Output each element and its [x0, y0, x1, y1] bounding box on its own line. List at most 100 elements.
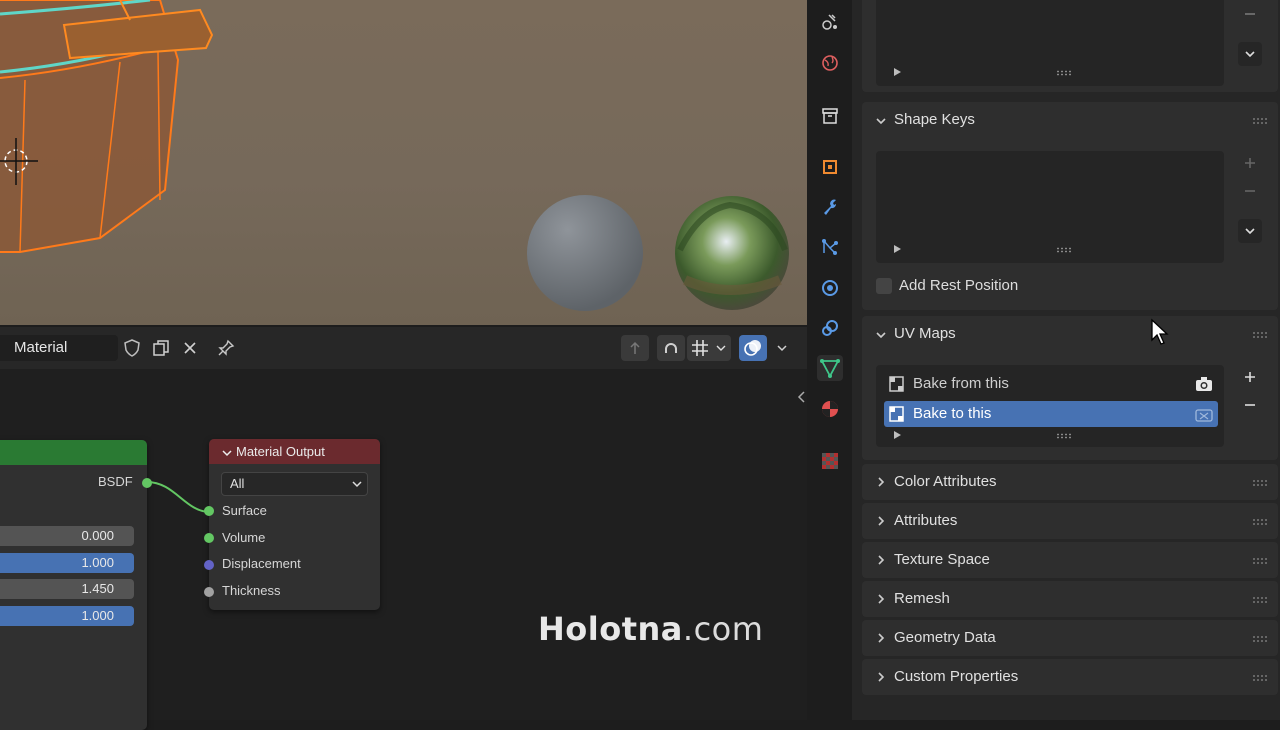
- fake-user-shield-icon[interactable]: [118, 335, 146, 361]
- sidebar-toggle-arrow-icon[interactable]: [796, 390, 806, 404]
- displacement-input-socket[interactable]: [204, 560, 214, 570]
- panel-drag-grip[interactable]: [1252, 674, 1268, 681]
- list-resize-grip[interactable]: [1056, 433, 1072, 439]
- list-resize-grip[interactable]: [1056, 247, 1072, 253]
- tab-collection[interactable]: [817, 103, 843, 129]
- list-resize-grip[interactable]: [1056, 70, 1072, 76]
- panel-title: Remesh: [894, 590, 950, 607]
- collapse-chevron-icon[interactable]: [221, 448, 233, 458]
- plus-icon: [1245, 372, 1255, 382]
- object-icon: [823, 160, 837, 174]
- tab-object[interactable]: [817, 154, 843, 180]
- principled-bsdf-header[interactable]: [0, 440, 147, 465]
- shape-key-list[interactable]: [876, 151, 1224, 263]
- vertex-group-list[interactable]: [876, 0, 1224, 86]
- duplicate-material-icon[interactable]: [147, 335, 175, 361]
- list-expand-icon[interactable]: [894, 68, 901, 76]
- material-icon: [822, 401, 838, 417]
- panel-drag-grip[interactable]: [1252, 557, 1268, 564]
- panel-title: Texture Space: [894, 551, 990, 568]
- chevron-down-icon: [876, 118, 886, 125]
- bsdf-output-label: BSDF: [98, 474, 133, 489]
- panel-title: Attributes: [894, 512, 958, 529]
- color-attributes-panel[interactable]: Color Attributes: [862, 464, 1278, 500]
- snap-magnet-icon[interactable]: [657, 335, 685, 361]
- parent-node-tree-icon[interactable]: [621, 335, 649, 361]
- unlink-close-icon[interactable]: [176, 335, 204, 361]
- geometry-data-panel[interactable]: Geometry Data: [862, 620, 1278, 656]
- attributes-panel[interactable]: Attributes: [862, 503, 1278, 539]
- tab-object-data[interactable]: [817, 355, 843, 381]
- add-rest-position-checkbox[interactable]: [876, 278, 892, 294]
- properties-editor[interactable]: Shape Keys Add Rest Position UV Maps Bak…: [852, 0, 1280, 720]
- panel-drag-grip[interactable]: [1252, 518, 1268, 525]
- remove-item-button[interactable]: [1238, 2, 1262, 26]
- specials-dropdown-button[interactable]: [1238, 42, 1262, 66]
- panel-drag-grip[interactable]: [1252, 596, 1268, 603]
- tab-material[interactable]: [817, 396, 843, 422]
- uv-map-list[interactable]: Bake from this Bake to this: [876, 365, 1224, 447]
- tab-physics[interactable]: [817, 275, 843, 301]
- uv-map-name: Bake to this: [913, 405, 992, 422]
- panel-drag-grip[interactable]: [1252, 117, 1268, 124]
- camera-icon[interactable]: [1194, 375, 1214, 393]
- collection-icon: [822, 108, 838, 124]
- socket-label-volume: Volume: [222, 530, 266, 545]
- remove-shape-key-button[interactable]: [1238, 179, 1262, 203]
- shader-node-editor[interactable]: Material BSDF 0.000 1.000 1.450 1.000 Ma…: [0, 327, 807, 730]
- pin-icon[interactable]: [212, 335, 240, 361]
- target-select[interactable]: All: [221, 472, 368, 496]
- value-field[interactable]: 0.000: [0, 526, 134, 546]
- watermark: Holotna.com: [538, 610, 763, 648]
- panel-drag-grip[interactable]: [1252, 331, 1268, 338]
- tab-modifiers[interactable]: [817, 194, 843, 220]
- add-shape-key-button[interactable]: [1238, 151, 1262, 175]
- tab-texture[interactable]: [817, 448, 843, 474]
- camera-outline-icon[interactable]: [1194, 405, 1214, 423]
- principled-bsdf-node[interactable]: BSDF 0.000 1.000 1.450 1.000: [0, 440, 152, 730]
- shape-keys-header[interactable]: Shape Keys: [862, 102, 1278, 139]
- chevron-right-icon: [878, 555, 885, 565]
- constraints-icon: [822, 320, 838, 336]
- tab-scene[interactable]: [817, 9, 843, 35]
- material-output-node[interactable]: Material Output All Surface Volume Displ…: [204, 439, 380, 610]
- socket-label-displacement: Displacement: [222, 556, 301, 571]
- surface-input-socket[interactable]: [204, 506, 214, 516]
- value-field[interactable]: 1.450: [0, 579, 134, 599]
- overlay-dropdown-chevron-icon[interactable]: [768, 335, 796, 361]
- thickness-input-socket[interactable]: [204, 587, 214, 597]
- panel-title: Color Attributes: [894, 473, 997, 490]
- 3d-viewport[interactable]: [0, 0, 807, 325]
- add-rest-position-label: Add Rest Position: [899, 277, 1019, 294]
- add-uv-map-button[interactable]: [1238, 365, 1262, 389]
- list-expand-icon[interactable]: [894, 431, 901, 439]
- value-slider[interactable]: 1.000: [0, 553, 134, 573]
- list-expand-icon[interactable]: [894, 245, 901, 253]
- shape-key-specials-button[interactable]: [1238, 219, 1262, 243]
- tab-constraints[interactable]: [817, 315, 843, 341]
- grid-icon: [692, 340, 726, 356]
- remesh-panel[interactable]: Remesh: [862, 581, 1278, 617]
- snap-grid-dropdown[interactable]: [687, 335, 731, 361]
- panel-drag-grip[interactable]: [1252, 635, 1268, 642]
- uv-map-icon: [889, 406, 904, 422]
- material-name-field[interactable]: Material: [0, 335, 118, 361]
- tab-world[interactable]: [817, 50, 843, 76]
- panel-title: UV Maps: [894, 325, 956, 342]
- panel-drag-grip[interactable]: [1252, 479, 1268, 486]
- material-output-header[interactable]: Material Output: [209, 439, 380, 464]
- mouse-cursor-icon: [1151, 318, 1169, 345]
- target-select-value: All: [230, 476, 245, 491]
- uv-map-item-selected[interactable]: Bake to this: [884, 401, 1218, 427]
- value-slider[interactable]: 1.000: [0, 606, 134, 626]
- physics-icon: [822, 280, 838, 296]
- uv-maps-header[interactable]: UV Maps: [862, 316, 1278, 353]
- volume-input-socket[interactable]: [204, 533, 214, 543]
- remove-uv-map-button[interactable]: [1238, 393, 1262, 417]
- overlay-toggle-icon[interactable]: [739, 335, 767, 361]
- custom-properties-panel[interactable]: Custom Properties: [862, 659, 1278, 695]
- texture-space-panel[interactable]: Texture Space: [862, 542, 1278, 578]
- tab-particles[interactable]: [817, 234, 843, 260]
- uv-map-item[interactable]: Bake from this: [884, 371, 1218, 397]
- wrench-icon: [824, 199, 837, 215]
